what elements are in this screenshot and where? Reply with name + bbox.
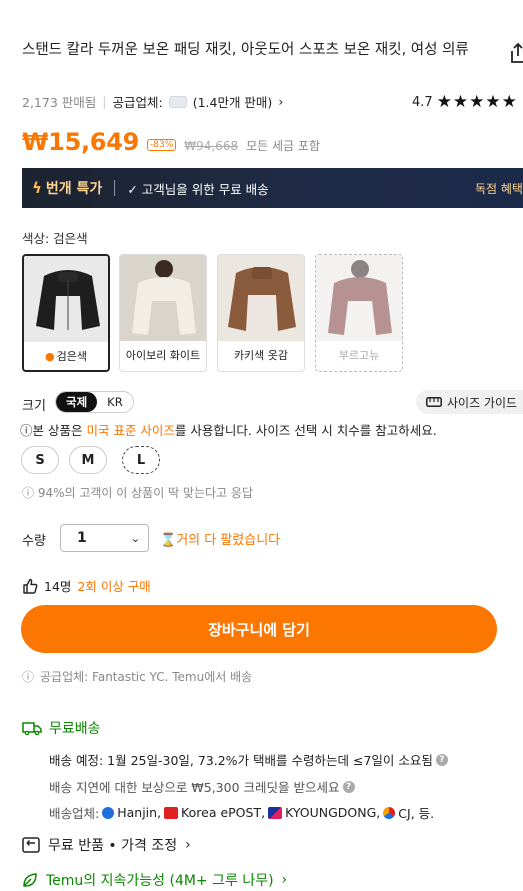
color-swatch-black[interactable]: ● 검은색 bbox=[22, 254, 110, 372]
color-name: 카키색 옷감 bbox=[233, 349, 289, 362]
delivery-eta: 배송 예정: 1월 25일-30일, 73.2%가 택배를 수령하는데 ≤7일이… bbox=[49, 750, 448, 769]
size-guide-label: 사이즈 가이드 bbox=[447, 395, 518, 410]
color-swatch-ivory[interactable]: 아이보리 화이트 bbox=[119, 254, 207, 372]
chevron-right-icon: › bbox=[185, 837, 191, 853]
delay-credit-text: 배송 지연에 대한 보상으로 ₩5,300 크레딧을 받으세요 bbox=[49, 780, 340, 795]
price-row: ₩15,649 -83% ₩94,668 모든 세금 포함 bbox=[22, 128, 320, 156]
share-icon[interactable] bbox=[508, 42, 523, 64]
returns-text: 무료 반품 • 가격 조정 bbox=[48, 838, 178, 854]
notice-highlight: 미국 표준 사이즈 bbox=[86, 423, 175, 438]
lightning-icon: ϟ bbox=[32, 179, 42, 197]
info-icon: ⓘ bbox=[22, 486, 38, 500]
carrier-kyoungdong: KYOUNGDONG, bbox=[268, 805, 380, 820]
flash-deal-text: 번개 특가 bbox=[45, 181, 103, 197]
size-guide-button[interactable]: 사이즈 가이드 bbox=[416, 390, 523, 414]
almost-sold-out-text: 거의 다 팔렸습니다 bbox=[176, 533, 281, 548]
free-shipping-heading[interactable]: 무료배송 bbox=[22, 718, 101, 738]
size-notice: ⓘ본 상품은 미국 표준 사이즈를 사용합니다. 사이즈 선택 시 치수를 참고… bbox=[20, 420, 437, 439]
notice-pre: 본 상품은 bbox=[32, 423, 87, 438]
return-box-icon bbox=[22, 837, 40, 853]
delivery-eta-text: 배송 예정: 1월 25일-30일, 73.2%가 택배를 수령하는데 ≤7일이… bbox=[49, 753, 433, 768]
star-rating-icon: ★★★★★ bbox=[436, 92, 518, 112]
repeat-highlight: 2회 이상 구매 bbox=[77, 579, 151, 594]
truck-icon bbox=[22, 722, 42, 735]
ruler-icon bbox=[426, 397, 442, 407]
carrier-hanjin: Hanjin, bbox=[102, 805, 161, 820]
fit-feedback: ⓘ 94%의 고객이 이 상품이 딱 맞는다고 응답 bbox=[22, 484, 253, 501]
color-swatch-burgundy[interactable]: 부르고뉴 bbox=[315, 254, 403, 372]
color-name: ● 검은색 bbox=[45, 350, 87, 363]
flash-deal-label: ϟ 번개 특가 bbox=[32, 178, 102, 198]
add-to-cart-button[interactable]: 장바구니에 담기 bbox=[21, 605, 497, 653]
supplier-label: 공급업체: bbox=[112, 95, 163, 110]
info-icon: ⓘ bbox=[22, 670, 35, 684]
help-icon[interactable]: ? bbox=[435, 753, 448, 766]
quantity-value: 1 bbox=[77, 530, 87, 546]
fit-text: 94%의 고객이 이 상품이 딱 맞는다고 응답 bbox=[37, 486, 253, 500]
rating-value: 4.7 bbox=[412, 94, 433, 110]
shipper-info: ⓘ 공급업체: Fantastic YC. Temu에서 배송 bbox=[22, 668, 252, 685]
chevron-right-icon[interactable]: › bbox=[278, 94, 283, 109]
help-icon[interactable]: ? bbox=[342, 780, 355, 793]
delay-credit: 배송 지연에 대한 보상으로 ₩5,300 크레딧을 받으세요 ? bbox=[49, 777, 355, 796]
sold-count: 2,173 판매됨 bbox=[22, 95, 97, 110]
supplier-sales[interactable]: (1.4만개 판매) bbox=[193, 92, 273, 111]
carrier-korea-epost: Korea ePOST, bbox=[164, 805, 265, 820]
thumbs-up-icon bbox=[23, 578, 38, 594]
chevron-right-icon: › bbox=[281, 872, 288, 888]
repeat-buyers: 14명 2회 이상 구매 bbox=[22, 576, 151, 595]
flash-deal-banner[interactable]: ϟ 번개 특가 ✓ 고객님을 위한 무료 배송 독점 혜택 bbox=[22, 168, 523, 208]
product-thumbnail bbox=[24, 256, 108, 342]
sustainability-link[interactable]: Temu의 지속가능성 (4M+ 그루 나무) › bbox=[22, 870, 287, 890]
original-price: ₩94,668 bbox=[184, 139, 239, 153]
free-shipping-text: 무료배송 bbox=[49, 721, 101, 737]
free-shipping-text: 고객님을 위한 무료 배송 bbox=[141, 181, 269, 197]
seller-logo[interactable] bbox=[168, 95, 187, 108]
toggle-international[interactable]: 국제 bbox=[56, 392, 98, 412]
size-system-toggle[interactable]: 국제 KR bbox=[55, 391, 134, 413]
size-option-l[interactable]: L bbox=[122, 446, 160, 474]
color-name: 아이보리 화이트 bbox=[125, 349, 201, 362]
chevron-down-icon: ⌄ bbox=[130, 531, 140, 545]
color-swatch-khaki[interactable]: 카키색 옷감 bbox=[217, 254, 305, 372]
carriers: 배송업체: Hanjin, Korea ePOST, KYOUNGDONG, C… bbox=[49, 803, 434, 822]
notice-post: 를 사용합니다. 사이즈 선택 시 치수를 참고하세요. bbox=[174, 423, 437, 438]
shipper-text: 공급업체: Fantastic YC. Temu에서 배송 bbox=[40, 670, 253, 684]
repeat-count: 14명 bbox=[44, 579, 72, 594]
quantity-select[interactable]: 1 ⌄ bbox=[60, 524, 149, 552]
size-option-s[interactable]: S bbox=[21, 446, 59, 474]
size-label: 크기 bbox=[22, 399, 46, 414]
returns-price-adjust[interactable]: 무료 반품 • 가격 조정 › bbox=[22, 835, 191, 855]
carrier-cj: CJ, 등. bbox=[383, 803, 434, 822]
discount-badge: -83% bbox=[147, 139, 177, 151]
product-thumbnail bbox=[316, 255, 402, 341]
hourglass-icon: ⌛ bbox=[160, 533, 177, 548]
toggle-kr[interactable]: KR bbox=[97, 392, 133, 412]
carriers-label: 배송업체: bbox=[49, 806, 100, 821]
current-price: ₩15,649 bbox=[22, 128, 139, 156]
product-thumbnail bbox=[218, 255, 304, 341]
sustainability-text: Temu의 지속가능성 (4M+ 그루 나무) bbox=[46, 873, 274, 889]
leaf-icon bbox=[23, 873, 37, 887]
rating[interactable]: 4.7 ★★★★★ bbox=[412, 92, 518, 112]
info-icon: ⓘ bbox=[20, 423, 33, 438]
color-name: 부르고뉴 bbox=[338, 349, 380, 362]
free-shipping-promo: ✓ 고객님을 위한 무료 배송 bbox=[127, 181, 269, 197]
color-label: 색상: 검은색 bbox=[22, 231, 88, 246]
product-title: 스탠드 칼라 두꺼운 보온 패딩 재킷, 아웃도어 스포츠 보온 재킷, 여성 … bbox=[22, 42, 469, 58]
divider bbox=[114, 180, 116, 196]
exclusive-benefit: 독점 혜택 bbox=[475, 182, 523, 196]
size-option-m[interactable]: M bbox=[69, 446, 107, 474]
quantity-label: 수량 bbox=[22, 534, 46, 549]
tax-note: 모든 세금 포함 bbox=[246, 139, 320, 153]
almost-sold-out: ⌛거의 다 팔렸습니다 bbox=[160, 529, 280, 548]
sales-meta: 2,173 판매됨 | 공급업체: (1.4만개 판매) › bbox=[22, 92, 284, 111]
product-thumbnail bbox=[120, 255, 206, 341]
